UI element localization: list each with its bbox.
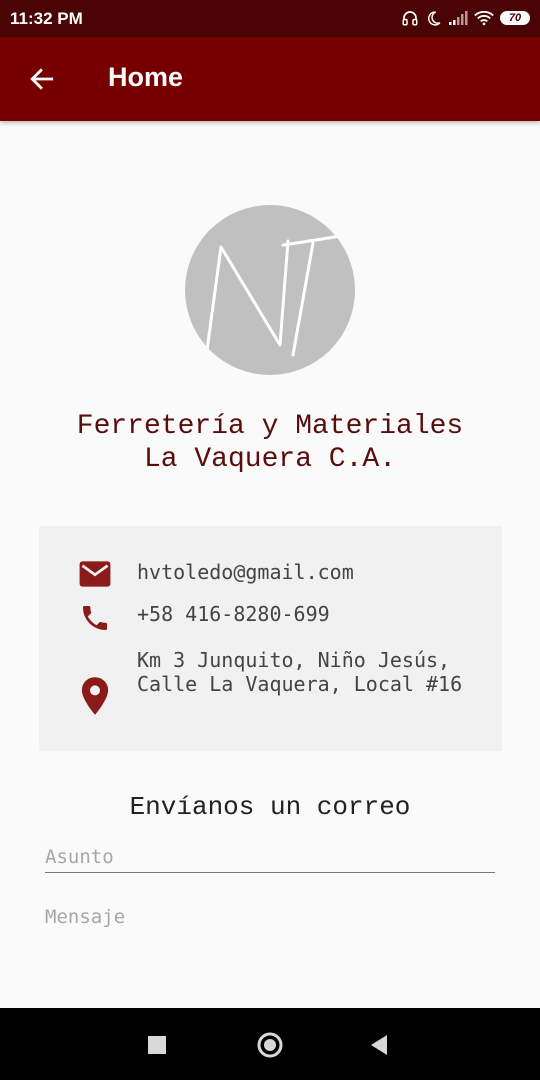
arrow-left-icon [30, 68, 54, 90]
app-bar: Home [0, 37, 540, 121]
location-pin-icon [77, 676, 113, 716]
contact-address: Km 3 Junquito, Niño Jesús, Calle La Vaqu… [137, 648, 463, 696]
company-name: Ferretería y Materiales La Vaquera C.A. [0, 410, 540, 476]
wifi-icon [474, 11, 494, 26]
phone-icon [77, 602, 113, 634]
page-title: Home [108, 62, 184, 92]
mail-icon [77, 560, 113, 588]
status-time: 11:32 PM [10, 9, 83, 28]
status-icons: 70 [401, 8, 530, 28]
contact-email-row[interactable]: hvtoledo@gmail.com [39, 560, 502, 592]
contact-phone-row[interactable]: +58 416-8280-699 [39, 602, 502, 636]
message-input[interactable] [45, 902, 495, 932]
contact-email: hvtoledo@gmail.com [137, 560, 354, 584]
square-icon [148, 1036, 166, 1054]
subject-input[interactable] [45, 842, 495, 873]
moon-icon [428, 10, 441, 26]
circle-icon [257, 1032, 283, 1058]
status-bar: 11:32 PM 70 [0, 0, 540, 37]
battery-level: 70 [508, 12, 522, 24]
back-button[interactable] [22, 59, 62, 99]
company-logo [185, 205, 355, 375]
triangle-back-icon [371, 1035, 387, 1055]
back-nav-button[interactable] [364, 1030, 394, 1060]
company-name-line1: Ferretería y Materiales [76, 411, 464, 442]
email-form-title: Envíanos un correo [129, 792, 411, 822]
contact-card: hvtoledo@gmail.com +58 416-8280-699 Km 3… [39, 526, 502, 751]
navigation-bar [0, 1008, 540, 1080]
logo-monogram [205, 233, 349, 357]
recents-button[interactable] [142, 1030, 172, 1060]
contact-phone: +58 416-8280-699 [137, 602, 330, 626]
headphones-icon [402, 11, 418, 26]
company-name-line2: La Vaquera C.A. [143, 444, 397, 475]
contact-address-row[interactable]: Km 3 Junquito, Niño Jesús, Calle La Vaqu… [39, 648, 502, 723]
battery-icon: 70 [500, 11, 530, 25]
signal-icon [449, 11, 468, 25]
home-button[interactable] [255, 1030, 285, 1060]
